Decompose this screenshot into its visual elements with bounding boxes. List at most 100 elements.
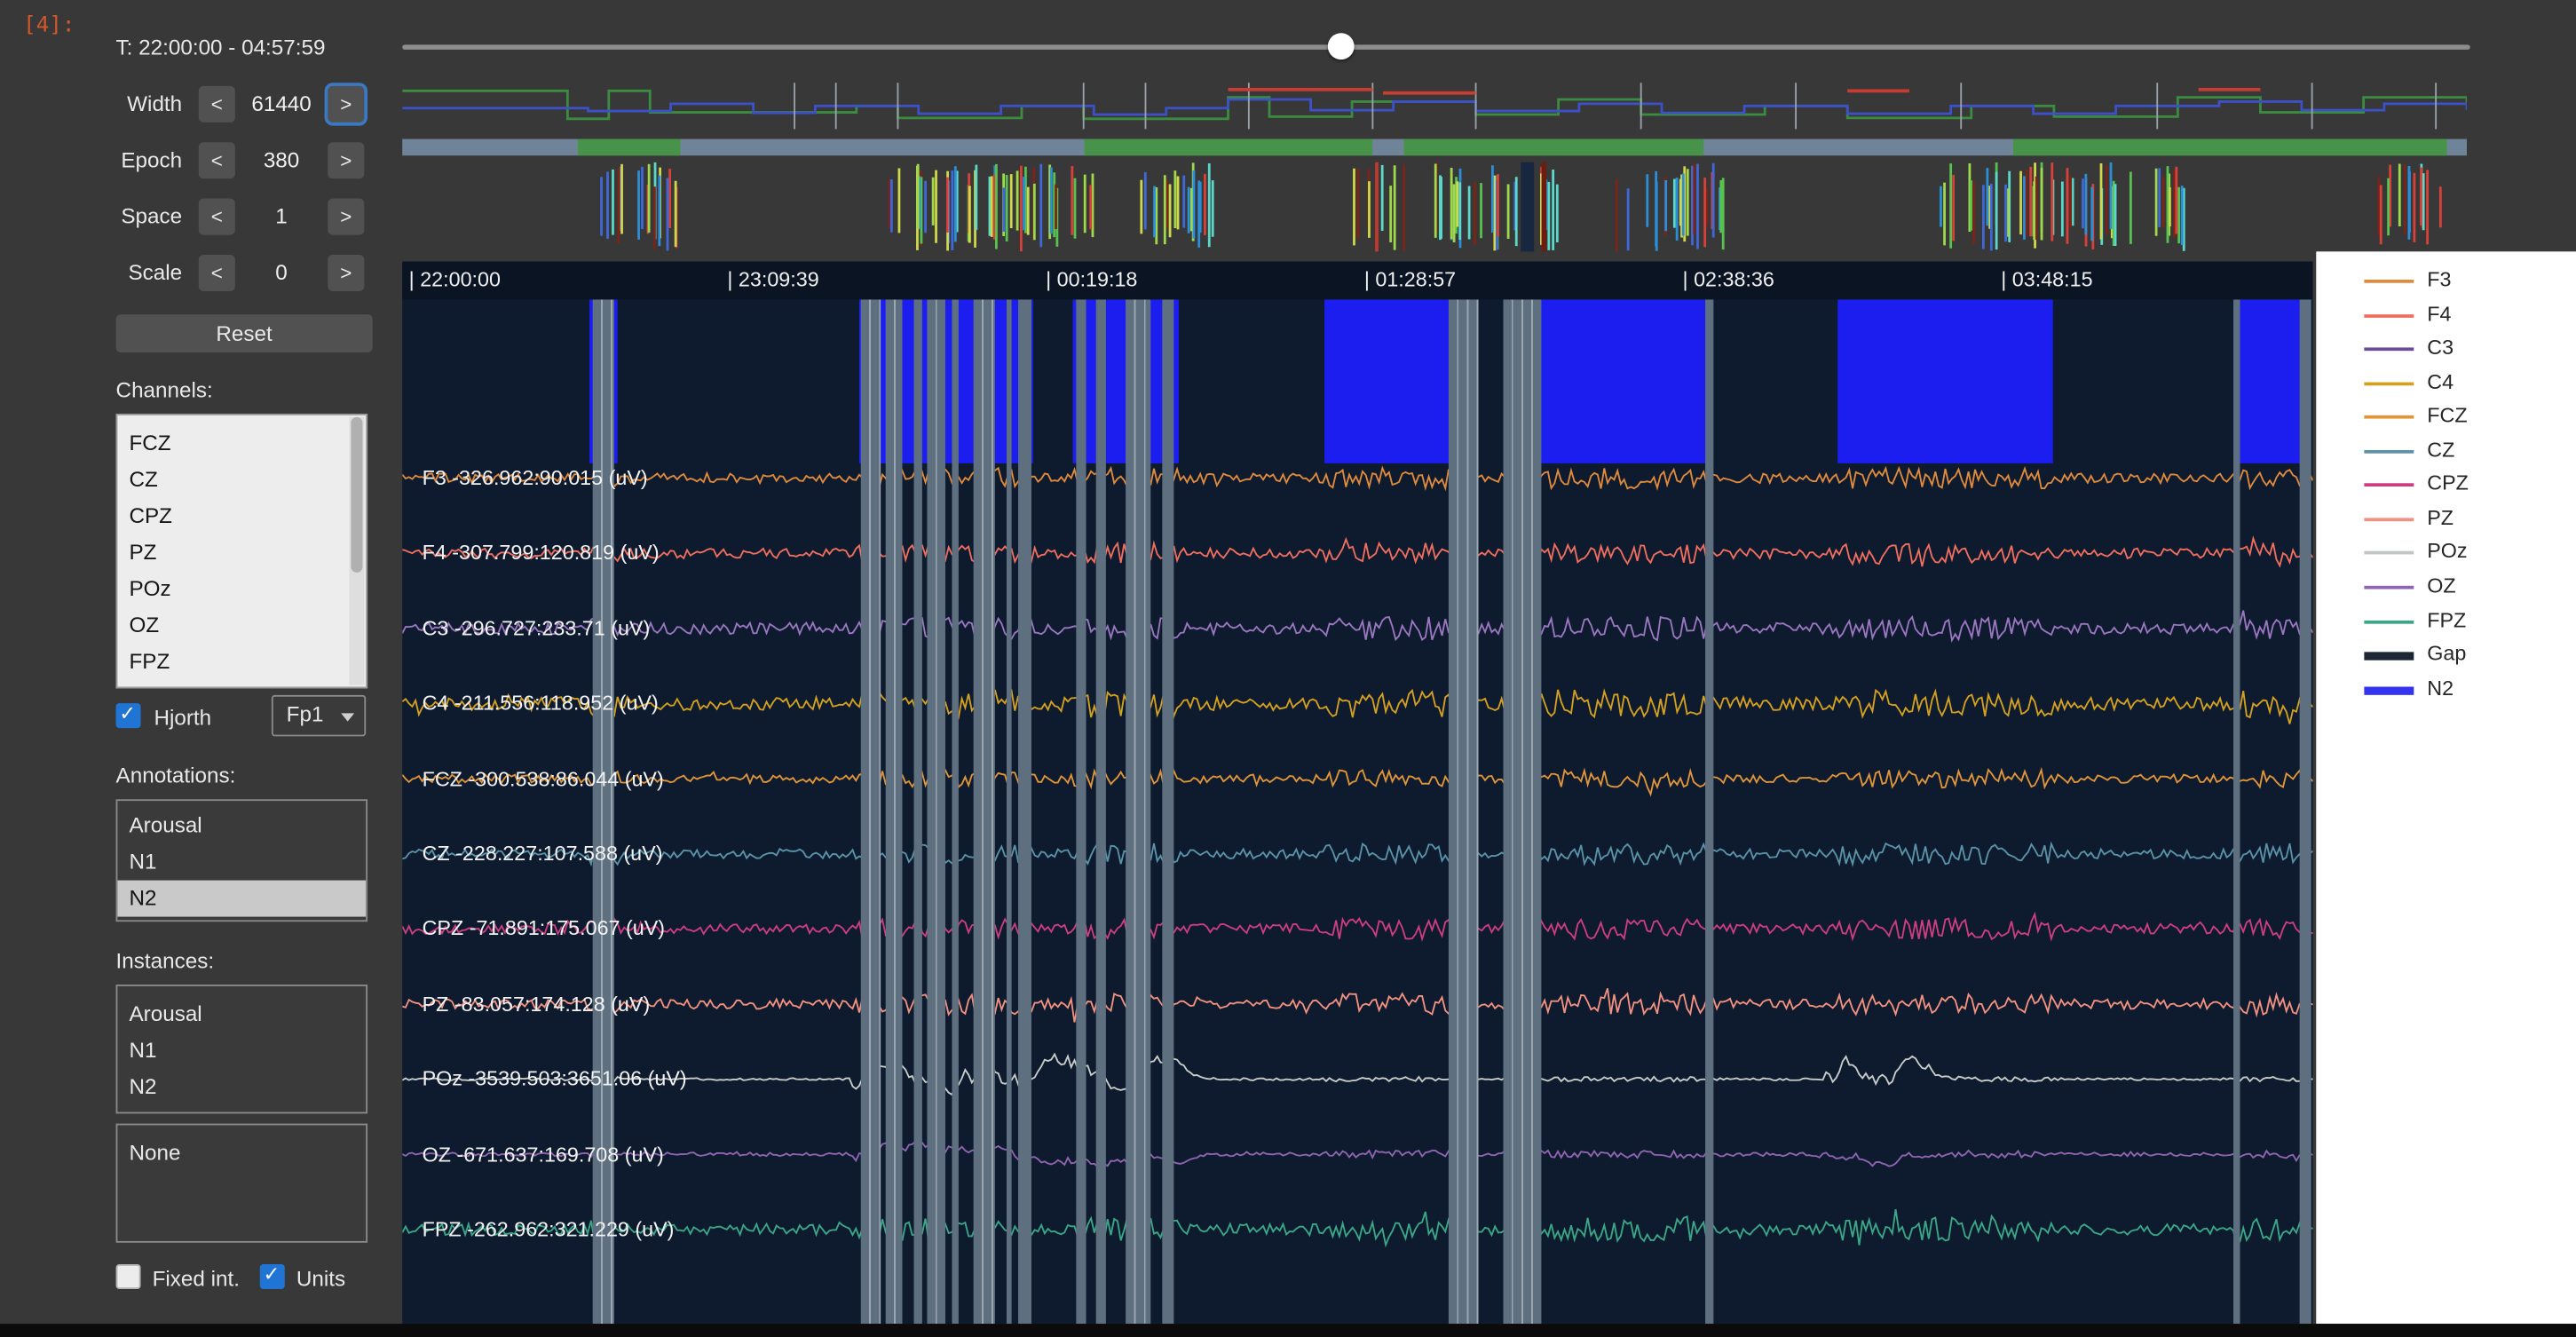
channels-list-item[interactable]: PZ <box>117 534 366 571</box>
time-slider-track[interactable] <box>402 44 2470 50</box>
scale-label: Scale <box>116 255 183 291</box>
channel-label: PZ -83.057:174.128 (uV) <box>423 993 651 1016</box>
instances-empty-listbox[interactable]: None <box>116 1124 367 1243</box>
legend-item: OZ <box>2364 571 2563 604</box>
legend-line-swatch <box>2364 450 2414 454</box>
fixed-int-checkbox[interactable] <box>116 1264 141 1289</box>
gap-band <box>861 299 880 1324</box>
gap-band <box>593 299 614 1324</box>
instances-list-item[interactable]: N1 <box>117 1032 366 1069</box>
channels-list-item[interactable]: CPZ <box>117 498 366 534</box>
epoch-label: Epoch <box>116 142 183 178</box>
annotations-list-item[interactable]: N2 <box>117 881 366 917</box>
hjorth-checkbox[interactable] <box>116 703 141 728</box>
channels-list-item[interactable]: POz <box>117 571 366 607</box>
stage-bar-segment <box>578 139 681 156</box>
width-decrement-button[interactable]: < <box>199 86 235 123</box>
annotations-list-item[interactable]: N1 <box>117 844 366 881</box>
time-slider-handle[interactable] <box>1328 33 1355 59</box>
time-tick: | 02:38:36 <box>1683 268 1774 291</box>
legend-item-label: N2 <box>2427 676 2454 700</box>
legend-line-swatch <box>2364 280 2414 283</box>
hypnogram-overview[interactable] <box>402 79 2467 132</box>
stage-bar[interactable] <box>402 139 2467 156</box>
eeg-traces <box>402 261 2312 1324</box>
channels-list-item[interactable]: FCZ <box>117 425 366 462</box>
fixed-int-label: Fixed int. <box>153 1266 240 1291</box>
channel-label: C4 -211.556:118.952 (uV) <box>423 692 659 715</box>
epoch-value: 380 <box>239 142 325 178</box>
instances-list-item[interactable]: N2 <box>117 1069 366 1105</box>
channel-label: CPZ -71.891:175.067 (uV) <box>423 917 665 940</box>
width-stepper: Width < 61440 > <box>116 86 367 123</box>
channels-listbox[interactable]: FCZCZCPZPZPOzOZFPZ <box>116 414 367 688</box>
legend-item: C3 <box>2364 333 2563 366</box>
gap-band <box>1503 299 1541 1324</box>
legend-line-swatch <box>2364 620 2414 623</box>
channels-scrollbar[interactable] <box>350 417 365 685</box>
eeg-trace-FCZ <box>402 770 2312 795</box>
space-decrement-button[interactable]: < <box>199 199 235 235</box>
legend-item-label: CZ <box>2427 439 2454 462</box>
channels-scrollbar-thumb[interactable] <box>351 417 362 573</box>
hjorth-label: Hjorth <box>154 705 211 730</box>
legend-item-label: F3 <box>2427 268 2451 291</box>
eeg-trace-F3 <box>402 468 2312 489</box>
channels-list-item[interactable]: OZ <box>117 607 366 644</box>
space-stepper: Space < 1 > <box>116 199 367 235</box>
channels-list-item[interactable]: FPZ <box>117 644 366 680</box>
eeg-trace-OZ <box>402 1140 2312 1167</box>
time-axis: | 22:00:00| 23:09:39| 00:19:18| 01:28:57… <box>402 261 2312 299</box>
instances-listbox[interactable]: ArousalN1N2 <box>116 985 367 1113</box>
legend-item-label: CPZ <box>2427 472 2469 495</box>
legend-line-swatch <box>2364 586 2414 589</box>
channels-label: Channels: <box>116 377 213 402</box>
hjorth-channel-dropdown[interactable]: Fp1 <box>272 695 366 737</box>
instances-empty-list-item[interactable]: None <box>117 1135 366 1172</box>
channels-list-item[interactable]: CZ <box>117 462 366 498</box>
scale-increment-button[interactable]: > <box>328 255 364 291</box>
gap-band <box>1095 299 1105 1324</box>
legend-line-swatch <box>2364 653 2414 661</box>
legend-item-label: POz <box>2427 540 2467 563</box>
legend-item: POz <box>2364 537 2563 570</box>
eeg-plot[interactable]: F3 -326.962:90.015 (uV)F4 -307.799:120.8… <box>402 261 2312 1324</box>
chevron-down-icon <box>341 713 354 721</box>
channel-label: POz -3539.503:3651.06 (uV) <box>423 1068 687 1091</box>
space-value: 1 <box>239 199 325 235</box>
space-increment-button[interactable]: > <box>328 199 364 235</box>
gap-band <box>952 299 959 1324</box>
activity-strip[interactable] <box>402 162 2467 252</box>
legend-item-label: FCZ <box>2427 404 2467 427</box>
cell-prompt: [4]: <box>23 13 75 38</box>
legend-item-label: C3 <box>2427 336 2454 360</box>
annotations-list-item[interactable]: Arousal <box>117 808 366 844</box>
time-tick: | 23:09:39 <box>727 268 818 291</box>
bottom-bar <box>0 1324 2576 1337</box>
width-label: Width <box>116 86 183 123</box>
legend-item-label: Gap <box>2427 642 2466 665</box>
legend-line-swatch <box>2364 551 2414 555</box>
units-checkbox[interactable] <box>260 1264 285 1289</box>
gap-band <box>1163 299 1174 1324</box>
epoch-increment-button[interactable]: > <box>328 142 364 178</box>
reset-button[interactable]: Reset <box>116 314 373 352</box>
hjorth-dropdown-value: Fp1 <box>287 701 324 726</box>
legend-line-swatch <box>2364 484 2414 487</box>
instances-list-item[interactable]: Arousal <box>117 996 366 1032</box>
legend-item: FCZ <box>2364 400 2563 433</box>
width-value: 61440 <box>239 86 325 123</box>
scale-decrement-button[interactable]: < <box>199 255 235 291</box>
annotations-list-item[interactable]: N3 <box>117 917 366 922</box>
width-increment-button[interactable]: > <box>328 86 364 123</box>
legend-item-label: OZ <box>2427 574 2455 597</box>
channel-label: F4 -307.799:120.819 (uV) <box>423 542 660 565</box>
legend-item: CZ <box>2364 435 2563 468</box>
annotations-listbox[interactable]: ArousalN1N2N3 <box>116 799 367 922</box>
epoch-decrement-button[interactable]: < <box>199 142 235 178</box>
stage-bar-segment <box>1084 139 1373 156</box>
channel-label: OZ -671.637:169.708 (uV) <box>423 1143 664 1166</box>
hypnogram-red-segments <box>1229 90 2261 93</box>
legend-line-swatch <box>2364 313 2414 317</box>
time-tick: | 03:48:15 <box>2001 268 2092 291</box>
